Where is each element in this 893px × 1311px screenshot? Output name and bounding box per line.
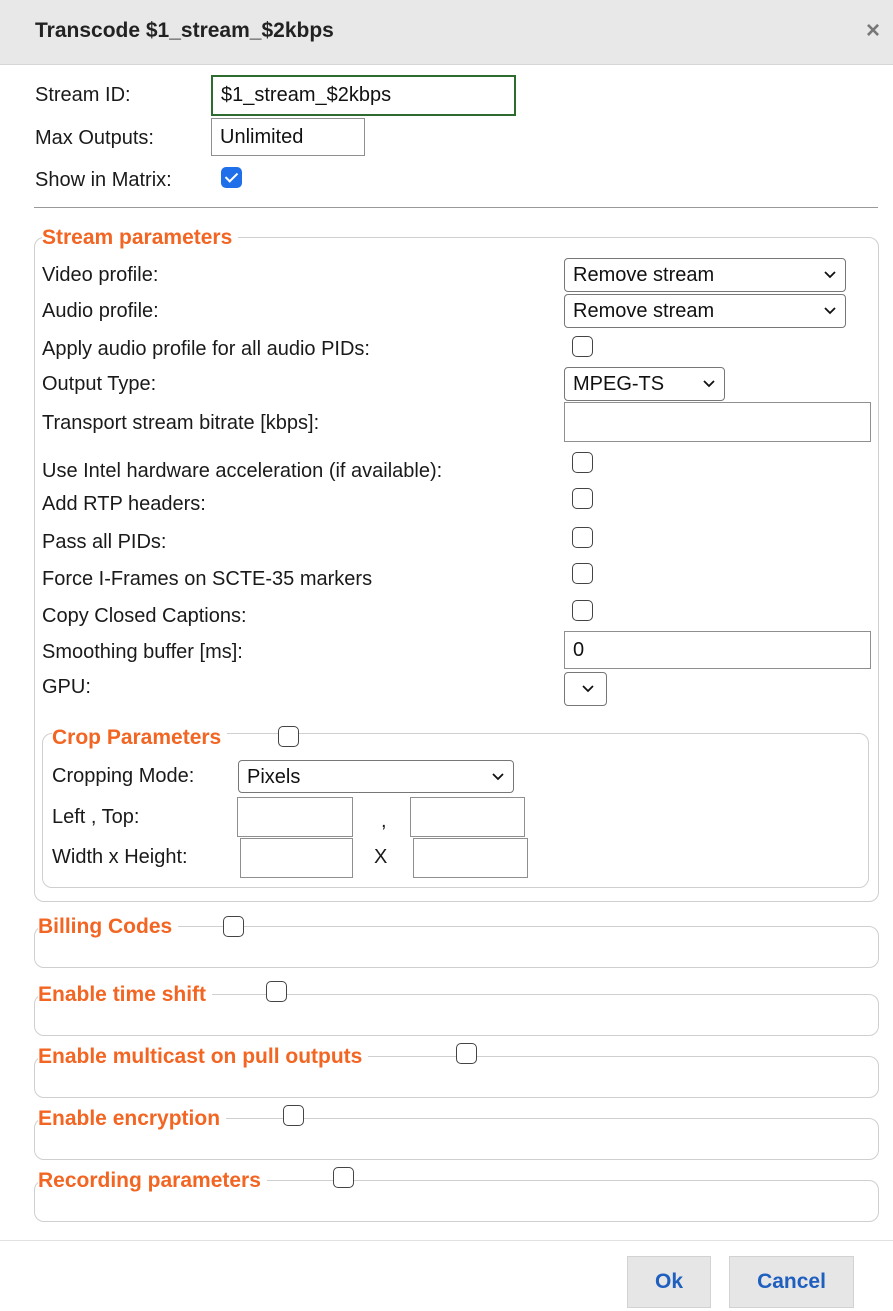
max-outputs-label: Max Outputs: xyxy=(35,127,154,149)
cropping-mode-select[interactable]: Pixels xyxy=(238,760,514,793)
gpu-select[interactable] xyxy=(564,672,607,706)
ts-bitrate-input[interactable] xyxy=(564,402,871,442)
show-in-matrix-checkbox[interactable] xyxy=(221,167,242,188)
video-profile-label: Video profile: xyxy=(42,264,159,286)
crop-parameters-legend: Crop Parameters xyxy=(52,726,228,750)
multicast-checkbox[interactable] xyxy=(456,1043,477,1064)
cropping-mode-value: Pixels xyxy=(247,766,301,788)
crop-parameters-title: Crop Parameters xyxy=(52,726,222,749)
crop-top-input[interactable] xyxy=(410,797,525,837)
multicast-legend: Enable multicast on pull outputs xyxy=(38,1045,369,1069)
crop-height-input[interactable] xyxy=(413,838,528,878)
dialog-title: Transcode $1_stream_$2kbps xyxy=(35,19,334,42)
crop-left-input[interactable] xyxy=(237,797,353,837)
output-type-label: Output Type: xyxy=(42,373,157,395)
gpu-label: GPU: xyxy=(42,676,91,698)
cropping-mode-label: Cropping Mode: xyxy=(52,765,195,787)
rtp-headers-checkbox[interactable] xyxy=(572,488,593,509)
comma-separator: , xyxy=(381,810,387,832)
intel-accel-checkbox[interactable] xyxy=(572,452,593,473)
output-type-value: MPEG-TS xyxy=(573,373,665,395)
chevron-down-icon xyxy=(823,259,837,291)
section-divider xyxy=(34,207,878,208)
footer-divider xyxy=(0,1240,893,1241)
audio-profile-select[interactable]: Remove stream xyxy=(564,294,846,328)
dialog-titlebar: Transcode $1_stream_$2kbps × xyxy=(0,0,893,65)
smoothing-buffer-input[interactable] xyxy=(564,631,871,669)
force-iframes-checkbox[interactable] xyxy=(572,563,593,584)
chevron-down-icon xyxy=(702,368,716,400)
chevron-down-icon xyxy=(491,761,505,793)
stream-id-input[interactable] xyxy=(211,75,516,116)
chevron-down-icon xyxy=(581,673,595,705)
show-in-matrix-label: Show in Matrix: xyxy=(35,169,172,191)
x-separator: X xyxy=(374,846,388,868)
recording-checkbox[interactable] xyxy=(333,1167,354,1188)
chevron-down-icon xyxy=(823,295,837,327)
crop-width-input[interactable] xyxy=(240,838,353,878)
cancel-button[interactable]: Cancel xyxy=(729,1256,854,1308)
close-icon[interactable]: × xyxy=(860,18,886,44)
video-profile-select[interactable]: Remove stream xyxy=(564,258,846,292)
stream-id-label: Stream ID: xyxy=(35,84,131,106)
crop-parameters-checkbox[interactable] xyxy=(278,726,299,747)
encryption-legend: Enable encryption xyxy=(38,1107,227,1131)
billing-codes-checkbox[interactable] xyxy=(223,916,244,937)
copy-cc-checkbox[interactable] xyxy=(572,600,593,621)
pass-pids-label: Pass all PIDs: xyxy=(42,531,167,553)
time-shift-legend: Enable time shift xyxy=(38,983,213,1007)
ok-button[interactable]: Ok xyxy=(627,1256,711,1308)
width-height-label: Width x Height: xyxy=(52,846,188,868)
time-shift-checkbox[interactable] xyxy=(266,981,287,1002)
apply-audio-label: Apply audio profile for all audio PIDs: xyxy=(42,338,370,360)
smoothing-buffer-label: Smoothing buffer [ms]: xyxy=(42,641,243,663)
apply-audio-checkbox[interactable] xyxy=(572,336,593,357)
max-outputs-input[interactable] xyxy=(211,118,365,156)
video-profile-value: Remove stream xyxy=(573,264,715,286)
pass-pids-checkbox[interactable] xyxy=(572,527,593,548)
encryption-checkbox[interactable] xyxy=(283,1105,304,1126)
left-top-label: Left , Top: xyxy=(52,806,140,828)
intel-accel-label: Use Intel hardware acceleration (if avai… xyxy=(42,460,443,482)
recording-legend: Recording parameters xyxy=(38,1169,267,1193)
rtp-headers-label: Add RTP headers: xyxy=(42,493,206,515)
stream-parameters-legend: Stream parameters xyxy=(42,226,239,250)
audio-profile-label: Audio profile: xyxy=(42,300,159,322)
ts-bitrate-label: Transport stream bitrate [kbps]: xyxy=(42,412,320,434)
billing-codes-legend: Billing Codes xyxy=(38,915,179,939)
audio-profile-value: Remove stream xyxy=(573,300,715,322)
force-iframes-label: Force I-Frames on SCTE-35 markers xyxy=(42,568,373,590)
copy-cc-label: Copy Closed Captions: xyxy=(42,605,247,627)
output-type-select[interactable]: MPEG-TS xyxy=(564,367,725,401)
